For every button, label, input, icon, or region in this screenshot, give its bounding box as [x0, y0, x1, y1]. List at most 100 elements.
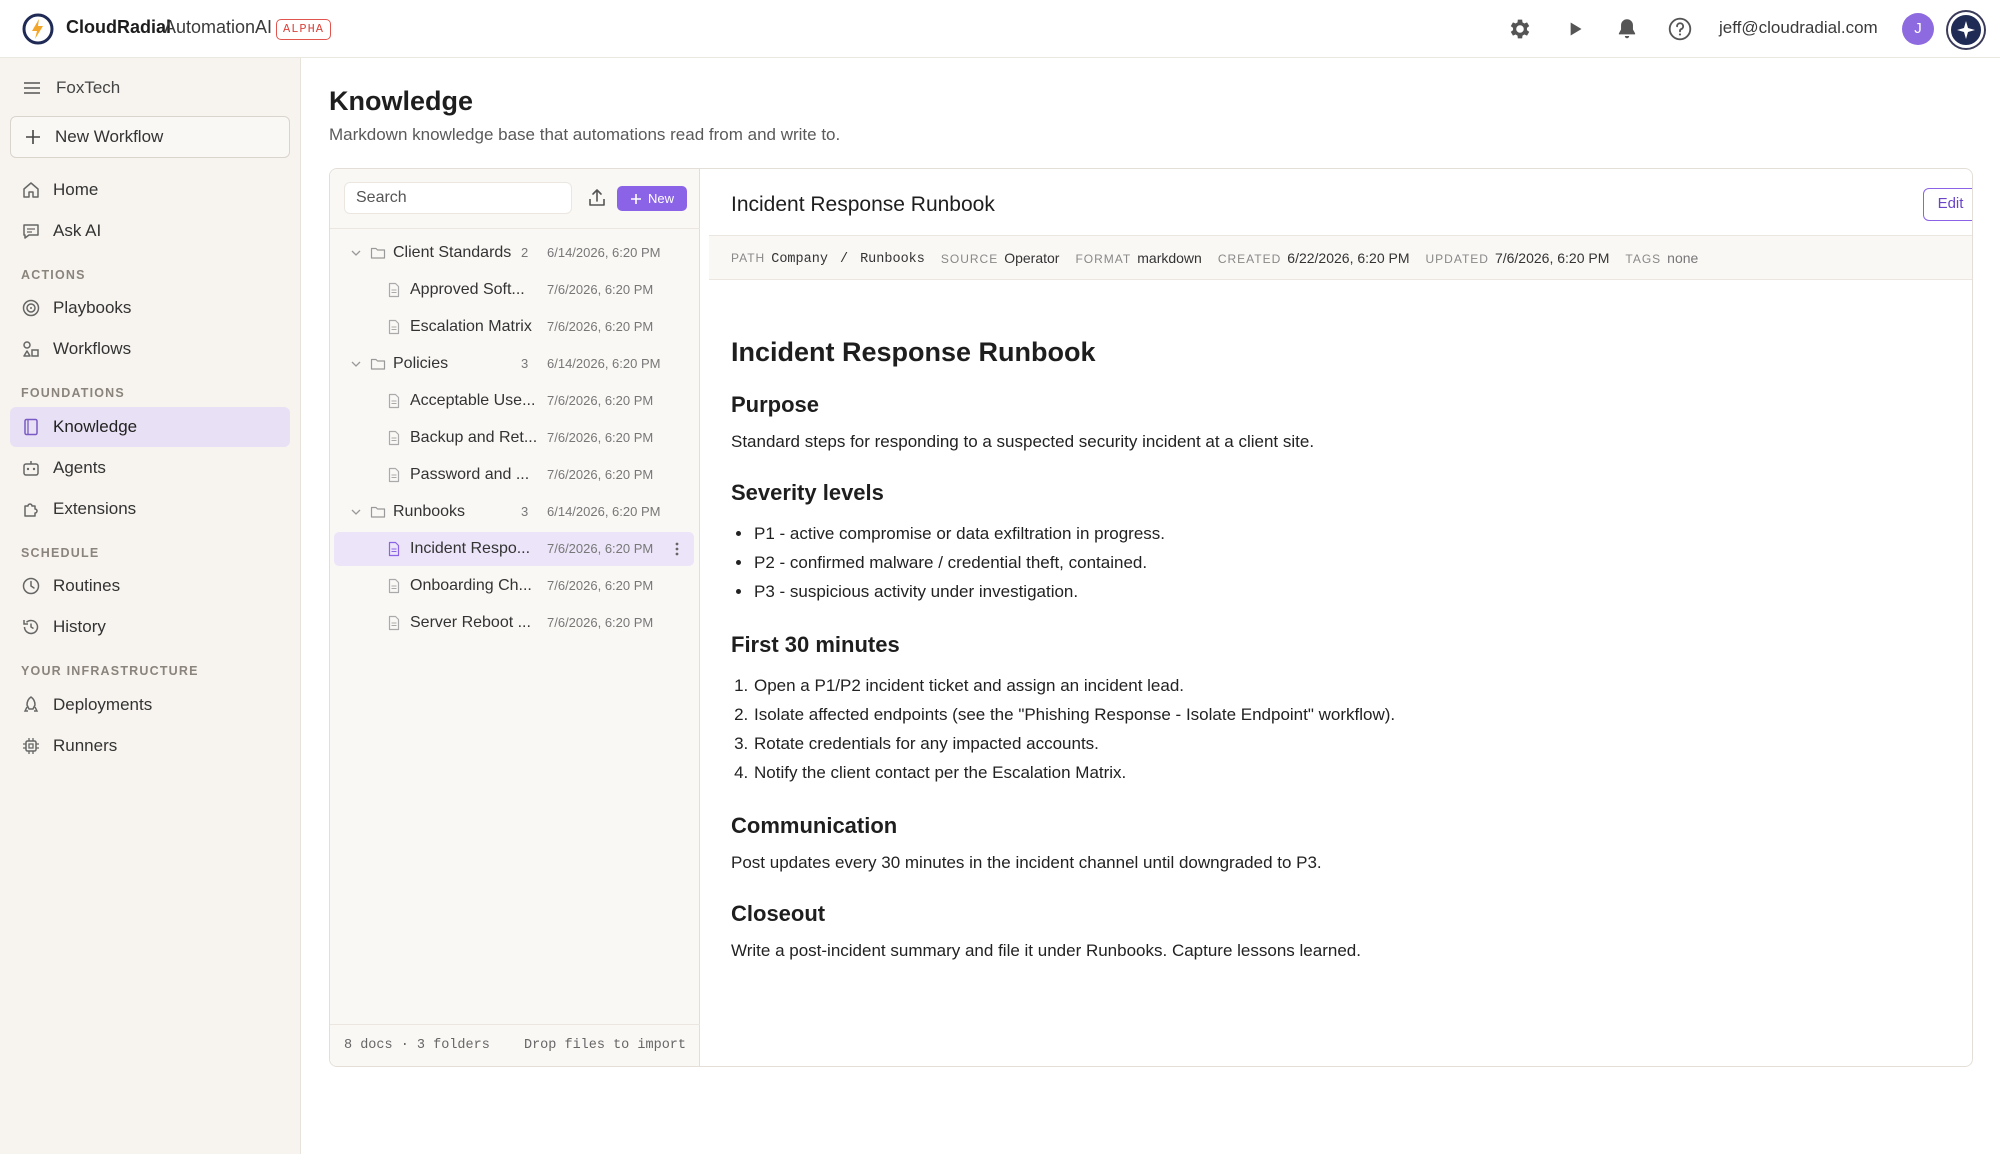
new-document-button[interactable]: New — [617, 186, 687, 211]
tree-row-name: Policies — [393, 355, 449, 372]
menu-hamburger-icon[interactable] — [22, 78, 42, 98]
sidebar-section-infrastructure: YOUR INFRASTRUCTURE — [21, 664, 199, 678]
ai-assistant-orb-icon[interactable] — [1948, 12, 1984, 48]
sidebar-item-label: Routines — [53, 576, 121, 595]
meta-tags: TAGS none — [1625, 250, 1698, 266]
help-question-icon[interactable] — [1667, 16, 1693, 42]
clock-icon — [22, 577, 40, 595]
severity-list: P1 - active compromise or data exfiltrat… — [753, 519, 1931, 606]
tree-folder-client-standards[interactable]: Client Standards 2 6/14/2026, 6:20 PM — [334, 236, 694, 270]
more-options-icon[interactable] — [669, 540, 685, 558]
tree-row-date: 6/14/2026, 6:20 PM — [547, 504, 661, 519]
doc-paragraph-closeout: Write a post-incident summary and file i… — [731, 941, 1361, 960]
user-email[interactable]: jeff@cloudradial.com — [1719, 18, 1878, 38]
tree-row-date: 7/6/2026, 6:20 PM — [547, 578, 654, 593]
sidebar-item-deployments[interactable]: Deployments — [10, 685, 290, 725]
play-icon[interactable] — [1562, 16, 1588, 42]
chat-icon — [23, 224, 39, 239]
tree-doc-onboarding[interactable]: Onboarding Ch... 7/6/2026, 6:20 PM — [334, 569, 694, 603]
sidebar-item-knowledge[interactable]: Knowledge — [10, 407, 290, 447]
doc-heading-first-30: First 30 minutes — [731, 632, 900, 657]
tree-folder-runbooks[interactable]: Runbooks 3 6/14/2026, 6:20 PM — [334, 495, 694, 529]
meta-value: none — [1667, 249, 1699, 266]
path-segment[interactable]: Company — [771, 252, 828, 267]
tree-row-name: Password and ... — [410, 466, 530, 483]
doc-heading-purpose: Purpose — [731, 392, 820, 417]
document-icon — [388, 578, 400, 594]
home-icon — [23, 182, 39, 198]
document-tree: New Client Standards 2 6/14/2026, 6:20 P… — [330, 169, 700, 1066]
document-metadata: PATH Company / Runbooks SOURCE Operator FORM… — [709, 235, 1972, 280]
meta-label: FORMAT — [1075, 251, 1132, 266]
sidebar: FoxTech New Workflow Home Ask AI ACTIONS… — [0, 58, 301, 1154]
org-switcher[interactable]: FoxTech — [22, 76, 120, 100]
tree-doc-password[interactable]: Password and ... 7/6/2026, 6:20 PM — [334, 458, 694, 492]
sidebar-item-ask-ai[interactable]: Ask AI — [10, 211, 290, 251]
tree-row-date: 7/6/2026, 6:20 PM — [547, 615, 654, 630]
tree-row-name: Incident Respo... — [410, 540, 531, 557]
sidebar-item-runners[interactable]: Runners — [10, 726, 290, 766]
path-segment[interactable]: Runbooks — [860, 252, 925, 267]
plus-icon — [26, 130, 40, 144]
tree-row-name: Approved Soft... — [410, 281, 525, 298]
upload-icon[interactable] — [585, 186, 609, 210]
meta-label: PATH — [731, 250, 766, 265]
sidebar-section-schedule: SCHEDULE — [21, 546, 100, 560]
meta-source: SOURCE Operator — [941, 250, 1060, 266]
doc-heading-communication: Communication — [731, 813, 898, 838]
meta-label: UPDATED — [1425, 251, 1489, 266]
document-body: Incident Response Runbook Purpose Standa… — [731, 337, 1931, 989]
doc-heading-closeout: Closeout — [731, 901, 826, 926]
list-item: Isolate affected endpoints (see the "Phi… — [753, 700, 1931, 729]
search-input[interactable] — [344, 182, 572, 214]
sidebar-item-label: Agents — [53, 458, 106, 477]
drop-zone-hint[interactable]: Drop files to import — [524, 1038, 686, 1053]
notifications-bell-icon[interactable] — [1614, 16, 1640, 42]
tree-doc-incident-response[interactable]: Incident Respo... 7/6/2026, 6:20 PM — [334, 532, 694, 566]
folder-icon — [370, 506, 386, 518]
chevron-down-icon[interactable] — [350, 506, 362, 518]
document-icon — [388, 319, 400, 335]
sidebar-item-extensions[interactable]: Extensions — [10, 489, 290, 529]
sidebar-item-history[interactable]: History — [10, 607, 290, 647]
chevron-down-icon[interactable] — [350, 358, 362, 370]
tree-row-name: Runbooks — [393, 503, 466, 520]
doc-count-summary: 8 docs · 3 folders — [344, 1038, 490, 1053]
sidebar-item-home[interactable]: Home — [10, 170, 290, 210]
cpu-chip-icon — [23, 738, 39, 754]
tree-doc-escalation-matrix[interactable]: Escalation Matrix 7/6/2026, 6:20 PM — [334, 310, 694, 344]
document-icon — [388, 393, 400, 409]
settings-gear-icon[interactable] — [1507, 16, 1533, 42]
meta-updated: UPDATED 7/6/2026, 6:20 PM — [1426, 250, 1610, 266]
list-item: Rotate credentials for any impacted acco… — [753, 729, 1931, 758]
sidebar-item-label: Playbooks — [53, 298, 132, 317]
robot-icon — [23, 461, 39, 476]
meta-value: 7/6/2026, 6:20 PM — [1494, 249, 1610, 266]
sidebar-item-agents[interactable]: Agents — [10, 448, 290, 488]
target-icon — [22, 299, 40, 317]
sidebar-item-playbooks[interactable]: Playbooks — [10, 288, 290, 328]
tree-row-date: 6/14/2026, 6:20 PM — [547, 356, 661, 371]
doc-paragraph-communication: Post updates every 30 minutes in the inc… — [731, 853, 1322, 872]
doc-heading-severity: Severity levels — [731, 480, 884, 505]
tree-folder-policies[interactable]: Policies 3 6/14/2026, 6:20 PM — [334, 347, 694, 381]
sidebar-item-workflows[interactable]: Workflows — [10, 329, 290, 369]
cloudradial-logo-icon[interactable] — [22, 13, 54, 45]
tree-doc-approved-software[interactable]: Approved Soft... 7/6/2026, 6:20 PM — [334, 273, 694, 307]
document-icon — [388, 615, 400, 631]
new-workflow-button[interactable]: New Workflow — [10, 116, 290, 158]
meta-value: Operator — [1004, 249, 1060, 266]
edit-button[interactable]: Edit — [1923, 188, 1972, 221]
tree-doc-backup-retention[interactable]: Backup and Ret... 7/6/2026, 6:20 PM — [334, 421, 694, 455]
tree-doc-acceptable-use[interactable]: Acceptable Use... 7/6/2026, 6:20 PM — [334, 384, 694, 418]
meta-created: CREATED 6/22/2026, 6:20 PM — [1218, 250, 1410, 266]
sidebar-item-routines[interactable]: Routines — [10, 566, 290, 606]
tree-row-date: 7/6/2026, 6:20 PM — [547, 393, 654, 408]
tree-row-name: Acceptable Use... — [410, 392, 536, 409]
sidebar-section-actions: ACTIONS — [21, 268, 86, 282]
chevron-down-icon[interactable] — [350, 247, 362, 259]
tree-doc-server-reboot[interactable]: Server Reboot ... 7/6/2026, 6:20 PM — [334, 606, 694, 640]
new-workflow-label: New Workflow — [55, 127, 164, 146]
user-avatar[interactable]: J — [1902, 13, 1934, 45]
org-name: FoxTech — [56, 78, 121, 97]
